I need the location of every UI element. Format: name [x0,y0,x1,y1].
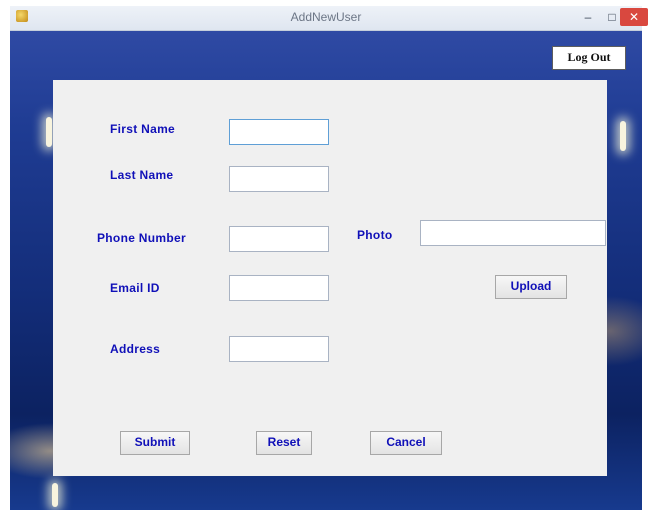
form-panel: First Name Last Name Phone Number Photo … [53,80,607,476]
submit-button[interactable]: Submit [120,431,190,455]
cancel-button[interactable]: Cancel [370,431,442,455]
phone-number-field[interactable] [229,226,329,252]
address-field[interactable] [229,336,329,362]
photo-path-field[interactable] [420,220,606,246]
last-name-label: Last Name [110,168,174,182]
email-id-field[interactable] [229,275,329,301]
upload-button[interactable]: Upload [495,275,567,299]
logout-button[interactable]: Log Out [552,46,626,70]
minimize-button[interactable]: – [576,8,600,26]
first-name-field[interactable] [229,119,329,145]
close-button[interactable]: ✕ [620,8,648,26]
first-name-label: First Name [110,122,176,136]
window-title: AddNewUser [290,10,362,24]
address-label: Address [110,342,161,356]
reset-button[interactable]: Reset [256,431,312,455]
add-new-user-window: AddNewUser – □ ✕ Log Out First Name Last… [10,6,648,510]
title-bar[interactable]: AddNewUser – □ ✕ [10,6,648,31]
street-light-right [620,121,626,151]
street-light-left [46,117,52,147]
email-id-label: Email ID [110,281,160,295]
street-light-bottom [52,483,58,507]
last-name-field[interactable] [229,166,329,192]
photo-label: Photo [357,228,393,242]
phone-number-label: Phone Number [97,231,186,245]
